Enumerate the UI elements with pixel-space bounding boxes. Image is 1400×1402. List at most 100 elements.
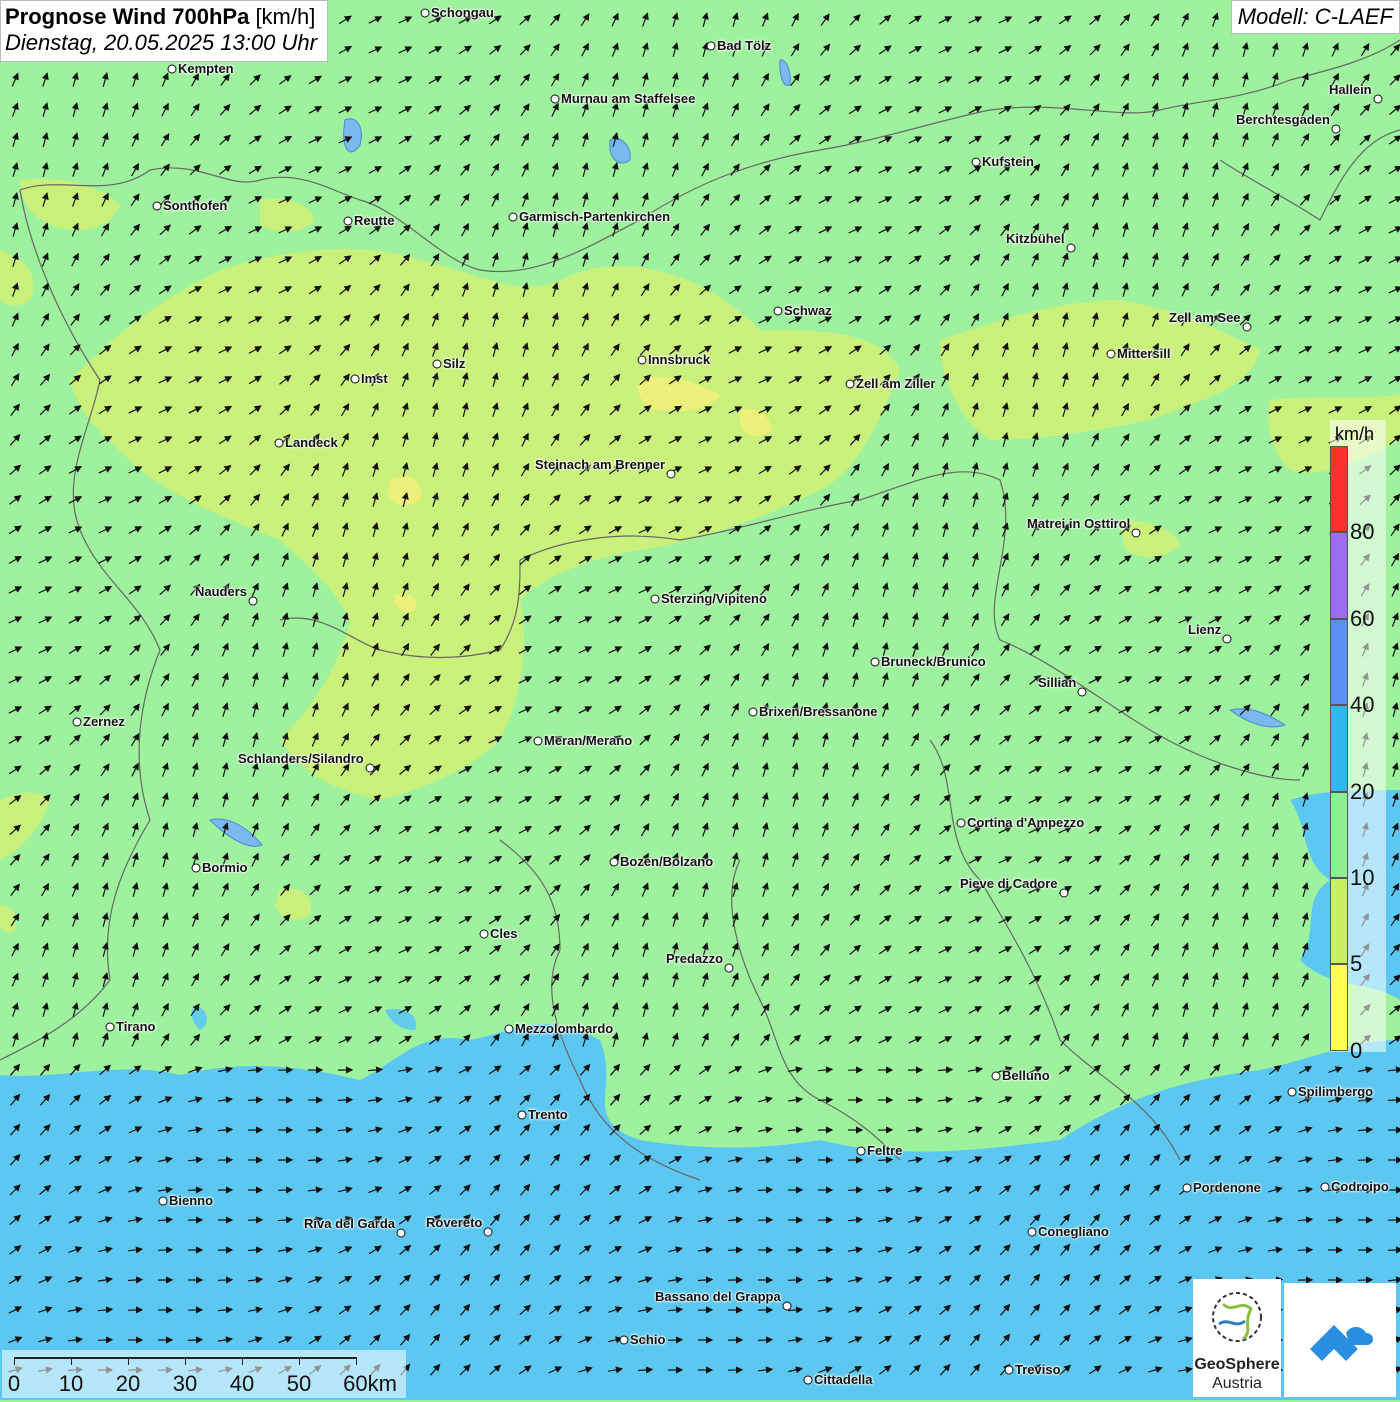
city-marker [667,470,676,479]
city-marker [610,858,619,867]
legend-label: 40 [1350,692,1374,718]
city-label: Cittadella [814,1373,873,1386]
city-marker [857,1147,866,1156]
city-marker [1332,125,1341,134]
wind-arrow [758,1340,772,1341]
wind-arrow [1358,1160,1372,1161]
wind-arrow [188,1190,202,1191]
title-unit: [km/h] [255,4,315,29]
city-label: Schlanders/Silandro [238,752,364,765]
title-main: Prognose Wind 700hPa [5,4,249,29]
scale-label: 30 [173,1371,197,1397]
city-label: Pieve di Cadore [960,877,1058,890]
city-label: Riva del Garda [304,1217,395,1230]
city-label: Pordenone [1193,1181,1261,1194]
wind-arrow [1388,1250,1400,1251]
wind-arrow [338,1100,352,1101]
city-marker [153,202,162,211]
wind-arrow [98,1340,112,1341]
city-label: Zell am See [1169,311,1241,324]
city-marker [433,360,442,369]
city-label: Steinach am Brenner [535,458,665,471]
wind-arrow [728,1250,742,1251]
city-marker [551,95,560,104]
city-marker [651,595,660,604]
scale-label: 10 [59,1371,83,1397]
city-marker [1243,323,1252,332]
wind-arrow [248,1100,262,1101]
city-label: Kufstein [982,155,1034,168]
wind-arrow [1298,1250,1312,1251]
city-marker [1107,350,1116,359]
city-label: Spilimbergo [1298,1085,1373,1098]
legend-color-swatch [1330,792,1348,878]
wind-arrow [818,1100,832,1101]
city-marker [1005,1366,1014,1375]
wind-arrow [848,1190,862,1191]
wind-arrow [818,1250,832,1251]
city-label: Treviso [1015,1363,1061,1376]
city-marker [1223,635,1232,644]
logo-text-line1: GeoSphere [1193,1356,1281,1374]
city-label: Cortina d'Ampezzo [967,816,1084,829]
scale-tick [242,1357,243,1365]
city-label: Reutte [354,214,394,227]
city-label: Silz [443,357,465,370]
city-label: Mezzolombardo [515,1022,613,1035]
scale-tick [299,1357,300,1365]
city-marker [1321,1183,1330,1192]
city-marker [804,1376,813,1385]
legend-label: 0 [1350,1038,1362,1064]
city-label: Trento [528,1108,568,1121]
city-marker [749,708,758,717]
city-marker [344,217,353,226]
city-marker [518,1111,527,1120]
city-label: Bruneck/Brunico [881,655,986,668]
scale-tick [128,1357,129,1365]
city-marker [1183,1184,1192,1193]
city-marker [871,658,880,667]
city-label: Zell am Ziller [856,377,935,390]
city-label: Belluno [1002,1069,1050,1082]
city-label: Landeck [285,436,338,449]
city-label: Schongau [431,6,494,19]
legend-label: 10 [1350,865,1374,891]
city-marker [774,307,783,316]
wind-arrow [908,1100,922,1101]
scale-tick [71,1357,72,1365]
logo-text-line2: Austria [1193,1375,1281,1393]
city-marker [480,930,489,939]
city-label: Schio [630,1333,665,1346]
city-label: Bassano del Grappa [655,1290,781,1303]
scale-tick [185,1357,186,1365]
wind-arrow [158,1250,172,1251]
city-label: Lienz [1188,623,1221,636]
wind-arrow [788,1160,802,1161]
city-marker [1060,889,1069,898]
scale-label: 40 [230,1371,254,1397]
legend-unit: km/h [1335,424,1374,445]
city-marker [1374,95,1383,104]
city-marker [1078,688,1087,697]
legend-label: 60 [1350,606,1374,632]
city-marker [421,9,430,18]
city-marker [1132,529,1141,538]
wind-arrow [218,1280,232,1281]
partner-logo [1284,1283,1396,1397]
legend-color-swatch [1330,705,1348,791]
legend-color-swatch [1330,446,1348,532]
wind-arrow [1358,1280,1372,1281]
city-marker [249,597,258,606]
scale-label: 20 [116,1371,140,1397]
city-marker [638,356,647,365]
map-title: Prognose Wind 700hPa [km/h] Dienstag, 20… [0,0,328,62]
city-label: Bormio [202,861,248,874]
city-label: Predazzo [666,952,723,965]
city-marker [484,1228,493,1237]
city-label: Feltre [867,1144,902,1157]
city-label: Matrei in Osttirol [1027,517,1130,530]
scale-label: 60km [343,1371,397,1397]
city-marker [783,1302,792,1311]
legend-color-swatch [1330,619,1348,705]
city-label: Sterzing/Vipiteno [661,592,767,605]
